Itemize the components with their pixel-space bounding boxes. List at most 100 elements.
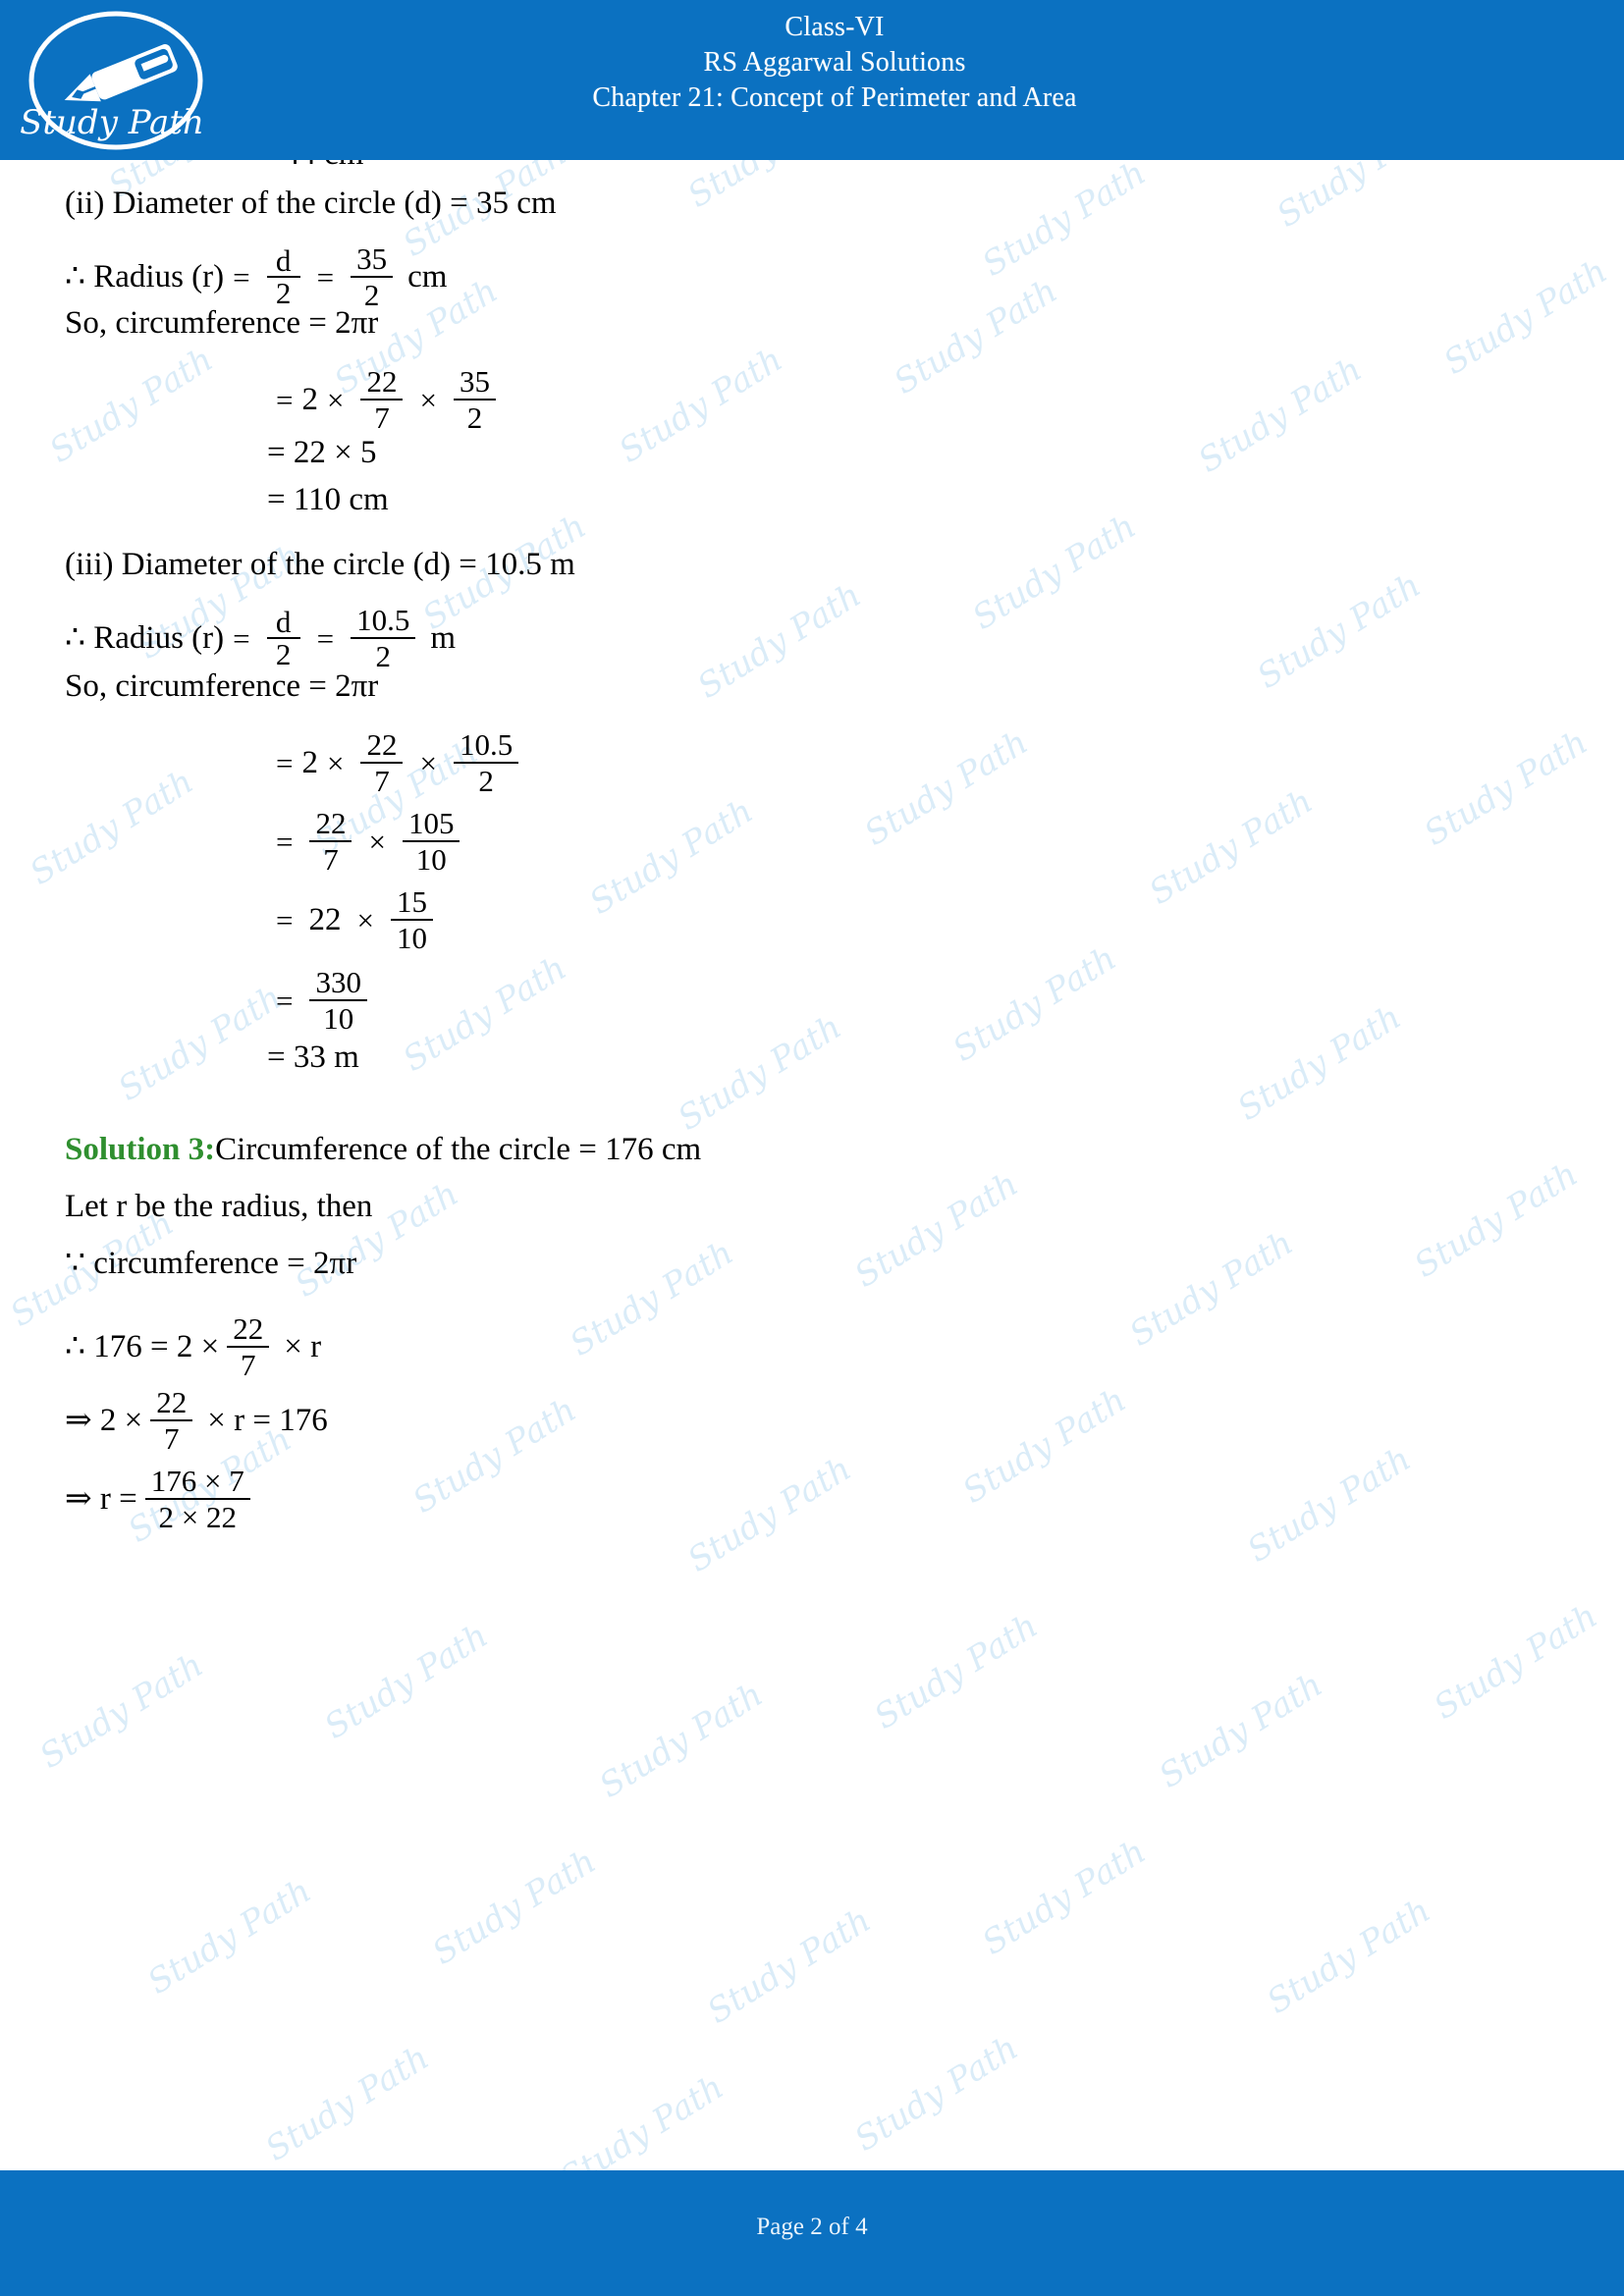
part-ii-radius-line: ∴ Radius (r) = d 2 = 35 2 cm	[65, 243, 454, 310]
fraction-numerator: 22	[233, 1311, 264, 1346]
fraction-denominator: 7	[374, 764, 390, 798]
solution-3-heading: Solution 3: Circumference of the circle …	[65, 1134, 701, 1166]
solution-3-eq-3: ⇒ r = 176 × 7 2 × 22	[65, 1466, 258, 1532]
eq1-prefix: ∴ 176 = 2 ×	[65, 1328, 220, 1364]
svg-text:Study Path: Study Path	[20, 103, 204, 142]
equals-sign: =	[316, 259, 335, 294]
header-class-line: Class-VI	[785, 12, 885, 42]
part-ii-circumference-line: So, circumference = 2πr	[65, 307, 378, 340]
part-iii-statement-text: (iii) Diameter of the circle (d) = 10.5 …	[65, 547, 575, 582]
fraction-denominator: 7	[240, 1348, 256, 1382]
unit-label: cm	[407, 258, 448, 294]
times-sign: ×	[368, 824, 386, 859]
part-iii-calc-5-text: = 33 m	[267, 1040, 359, 1075]
eq2-suffix: × r = 176	[207, 1402, 328, 1438]
fraction-d-over-2: d 2	[266, 243, 300, 310]
page-header: Study Path Class-VI RS Aggarwal Solution…	[0, 0, 1624, 160]
part-iii-calc-4: = 330 10	[267, 967, 375, 1034]
fraction-numerator: 10.5	[356, 603, 410, 637]
radius-prefix: ∴ Radius (r)	[65, 258, 225, 294]
radius-prefix: ∴ Radius (r)	[65, 619, 225, 656]
part-iii-calc-5: = 33 m	[267, 1041, 359, 1074]
eq1-suffix: × r	[284, 1328, 322, 1364]
part-ii-calc-3: = 110 cm	[267, 484, 389, 516]
study-path-logo: Study Path	[18, 8, 244, 153]
fraction-numerator: 22	[366, 727, 398, 762]
solution-3-because-text: ∵ circumference = 2πr	[65, 1246, 357, 1281]
fraction-denominator: 2	[275, 637, 292, 671]
fraction-numerator: d	[275, 243, 292, 278]
times-sign: ×	[356, 902, 374, 937]
eq3-prefix: ⇒ r =	[65, 1480, 137, 1517]
fraction-denominator: 2	[478, 764, 494, 798]
fraction-denominator: 10	[415, 842, 447, 877]
solution-3-eq-1: ∴ 176 = 2 × 22 7 × r	[65, 1313, 328, 1380]
times-sign: ×	[419, 745, 437, 780]
part-iii-radius-line: ∴ Radius (r) = d 2 = 10.5 2 m	[65, 605, 462, 671]
document-body: = 44 cm (ii) Diameter of the circle (d) …	[0, 138, 1624, 2170]
fraction-denominator: 2	[466, 400, 483, 435]
fraction-numerator: 176 × 7	[150, 1464, 244, 1498]
fraction-denominator: 7	[164, 1421, 180, 1456]
solution-3-let-text: Let r be the radius, then	[65, 1189, 373, 1224]
operand-two: 2	[301, 381, 318, 417]
fraction-35-over-2: 35 2	[351, 241, 394, 310]
document-page: Study Path Study Path Study Path Study P…	[0, 0, 1624, 2296]
part-ii-calc-1: = 2 × 22 7 × 35 2	[267, 366, 504, 433]
part-iii-calc-1: = 2 × 22 7 × 10.5 2	[267, 729, 526, 796]
fraction-denominator: 7	[374, 400, 390, 435]
solution-3-eq-2: ⇒ 2 × 22 7 × r = 176	[65, 1387, 335, 1454]
header-book-line: RS Aggarwal Solutions	[703, 46, 966, 78]
equals-sign: =	[233, 620, 250, 656]
fraction-denominator: 2 × 22	[158, 1500, 237, 1534]
unit-label: m	[430, 619, 457, 656]
fraction-denominator: 10	[396, 921, 427, 955]
part-iii-statement: (iii) Diameter of the circle (d) = 10.5 …	[65, 549, 575, 581]
fraction-22-over-7: 22 7	[360, 364, 404, 435]
operand-22: 22	[308, 901, 342, 937]
fraction-denominator: 7	[323, 842, 339, 877]
equals-sign: =	[276, 902, 294, 937]
circumference-formula-text: So, circumference = 2πr	[65, 305, 379, 341]
fraction-330-over-10: 330 10	[309, 967, 367, 1034]
fraction-10point5-over-2: 10.5 2	[453, 727, 519, 798]
equals-sign: =	[276, 983, 294, 1018]
fraction-22-over-7: 22 7	[227, 1311, 270, 1382]
fraction-numerator: 15	[396, 884, 427, 919]
fraction-numerator: 22	[366, 364, 398, 399]
equals-sign: =	[233, 259, 250, 294]
page-footer: Page 2 of 4	[0, 2170, 1624, 2296]
fraction-d-over-2: d 2	[266, 607, 300, 671]
equals-sign: =	[276, 824, 294, 859]
times-sign: ×	[326, 745, 345, 780]
fraction-35-over-2: 35 2	[453, 364, 496, 435]
circumference-formula-text: So, circumference = 2πr	[65, 668, 379, 704]
fraction-denominator: 10	[323, 1001, 354, 1036]
fraction-numerator: 22	[156, 1385, 188, 1419]
operand-two: 2	[301, 744, 318, 780]
equals-sign: =	[276, 382, 294, 417]
times-sign: ×	[419, 382, 437, 417]
equals-sign: =	[276, 745, 294, 780]
part-ii-calc-2-text: = 22 × 5	[267, 435, 377, 470]
fraction-10point5-over-2: 10.5 2	[351, 603, 416, 671]
part-ii-calc-2: = 22 × 5	[267, 437, 376, 469]
header-title-block: Class-VI RS Aggarwal Solutions Chapter 2…	[255, 10, 1414, 115]
solution-3-label: Solution 3:	[65, 1132, 216, 1167]
fraction-denominator: 2	[275, 276, 292, 310]
part-ii-statement-text: (ii) Diameter of the circle (d) = 35 cm	[65, 186, 557, 221]
header-chapter-line: Chapter 21: Concept of Perimeter and Are…	[592, 81, 1077, 113]
fraction-numerator: 35	[459, 364, 490, 399]
part-iii-calc-2: = 22 7 × 105 10	[267, 808, 467, 875]
fraction-numerator: 35	[356, 241, 388, 276]
part-ii-statement: (ii) Diameter of the circle (d) = 35 cm	[65, 187, 557, 220]
solution-3-statement: Circumference of the circle = 176 cm	[215, 1132, 702, 1167]
fraction-15-over-10: 15 10	[390, 884, 433, 955]
equals-sign: =	[316, 620, 335, 656]
solution-3-let-line: Let r be the radius, then	[65, 1191, 372, 1223]
page-number: Page 2 of 4	[756, 2214, 868, 2240]
fraction-numerator: 10.5	[459, 727, 514, 762]
times-sign: ×	[326, 382, 345, 417]
fraction-105-over-10: 105 10	[402, 808, 460, 877]
eq2-prefix: ⇒ 2 ×	[65, 1402, 143, 1438]
